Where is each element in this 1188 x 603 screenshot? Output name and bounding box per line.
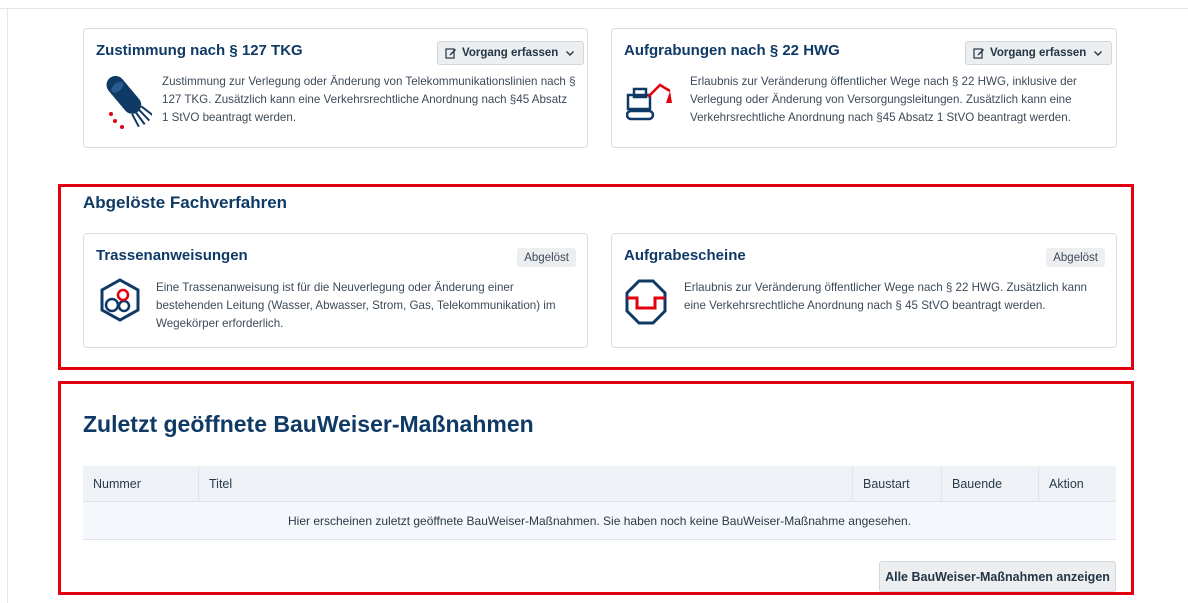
card-title: Aufgrabescheine <box>624 247 746 264</box>
left-divider <box>7 8 8 603</box>
pipes-icon <box>100 278 140 322</box>
vorgang-erfassen-label: Vorgang erfassen <box>990 47 1087 59</box>
card-title: Aufgrabungen nach § 22 HWG <box>624 42 840 59</box>
card-description: Zustimmung zur Verlegung oder Änderung v… <box>162 75 576 124</box>
dig-hole-icon <box>625 279 667 325</box>
card-title: Trassenanweisungen <box>96 247 248 264</box>
col-baustart: Baustart <box>853 466 942 501</box>
chevron-down-icon <box>1094 51 1103 56</box>
edit-icon <box>445 48 456 59</box>
chevron-down-icon <box>566 51 575 56</box>
card-title: Zustimmung nach § 127 TKG <box>96 42 303 59</box>
col-bauende: Bauende <box>942 466 1039 501</box>
card-zustimmung-127-tkg: Zustimmung nach § 127 TKG Vorgang erfass… <box>83 28 588 148</box>
replaced-section-heading: Abgelöste Fachverfahren <box>83 193 288 212</box>
empty-state-text: Hier erscheinen zuletzt geöffnete BauWei… <box>287 513 912 528</box>
card-trassenanweisungen: Trassenanweisungen Abgelöst Eine Trassen… <box>83 233 588 348</box>
card-description: Erlaubnis zur Veränderung öffentlicher W… <box>684 281 1087 312</box>
recent-section-heading: Zuletzt geöffnete BauWeiser-Maßnahmen <box>83 411 534 437</box>
excavator-icon <box>626 83 672 121</box>
top-divider <box>0 8 1188 9</box>
col-nummer: Nummer <box>83 466 199 501</box>
card-description: Eine Trassenanweisung ist für die Neuver… <box>156 281 556 330</box>
show-all-measures-button[interactable]: Alle BauWeiser-Maßnahmen anzeigen <box>879 561 1116 592</box>
empty-state-row: Hier erscheinen zuletzt geöffnete BauWei… <box>83 502 1116 540</box>
status-badge: Abgelöst <box>1046 248 1105 267</box>
card-aufgrabescheine: Aufgrabescheine Abgelöst Erlaubnis zur V… <box>611 233 1117 348</box>
fiber-cable-icon <box>106 75 152 129</box>
edit-icon <box>973 48 984 59</box>
status-badge: Abgelöst <box>517 248 576 267</box>
col-aktion: Aktion <box>1049 476 1084 491</box>
vorgang-erfassen-label: Vorgang erfassen <box>462 47 559 59</box>
vorgang-erfassen-button[interactable]: Vorgang erfassen <box>965 41 1113 65</box>
card-description: Erlaubnis zur Veränderung öffentlicher W… <box>690 75 1077 124</box>
vorgang-erfassen-button[interactable]: Vorgang erfassen <box>437 41 585 65</box>
col-titel: Titel <box>199 466 853 501</box>
recent-table: Nummer Titel Baustart Bauende Aktion Hie… <box>83 466 1116 540</box>
table-header: Nummer Titel Baustart Bauende Aktion <box>83 466 1116 502</box>
card-aufgrabungen-22-hwg: Aufgrabungen nach § 22 HWG Vorgang erfas… <box>611 28 1117 148</box>
